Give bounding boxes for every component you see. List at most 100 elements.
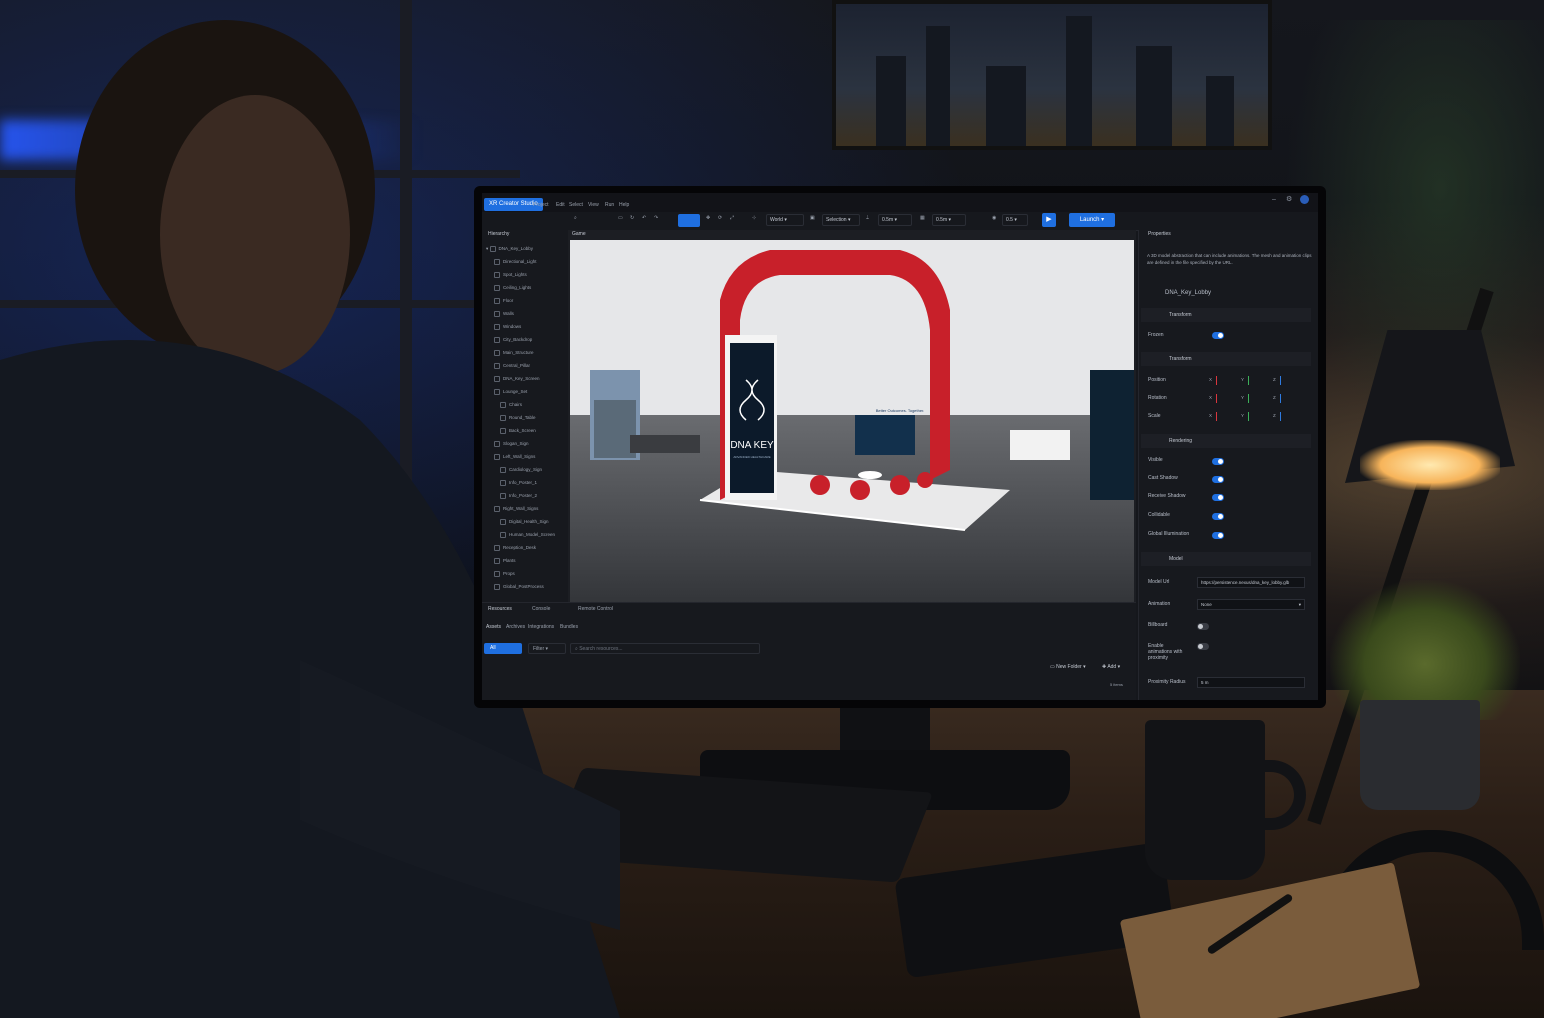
tree-item[interactable]: DNA_Key_Screen [494, 376, 540, 382]
tree-item[interactable]: Global_PostProcess [494, 584, 544, 590]
pivot-icon[interactable]: ⊹ [752, 216, 756, 221]
tab-remote-control[interactable]: Remote Control [578, 607, 613, 612]
frozen-toggle[interactable] [1212, 332, 1224, 339]
settings-icon[interactable]: ⚙ [1286, 196, 1292, 203]
billboard-toggle[interactable] [1197, 623, 1209, 630]
tree-item[interactable]: Spot_Lights [494, 272, 527, 278]
snap-select[interactable]: 0.5m ▾ [878, 214, 912, 226]
tree-item[interactable]: Props [494, 571, 515, 577]
search-icon[interactable]: ⌕ [574, 216, 577, 221]
section-transform-values[interactable]: Transform [1141, 352, 1311, 366]
tab-resources[interactable]: Resources [488, 607, 512, 612]
move-icon[interactable]: ✥ [706, 216, 710, 221]
subtab-integrations[interactable]: Integrations [528, 625, 554, 630]
animation-label: Animation [1148, 601, 1171, 607]
subtab-assets[interactable]: Assets [486, 625, 501, 630]
tree-item[interactable]: Cardiology_Sign [500, 467, 542, 473]
save-icon[interactable]: ▭ [618, 216, 623, 221]
gi-toggle[interactable] [1212, 532, 1224, 539]
tree-item[interactable]: Back_Screen [500, 428, 536, 434]
tree-item[interactable]: Info_Poster_1 [500, 480, 537, 486]
tree-item[interactable]: Main_Structure [494, 350, 534, 356]
proximity-input[interactable]: 5 m [1197, 677, 1305, 688]
filter-all-button[interactable]: All [484, 643, 522, 654]
undo-icon[interactable]: ↶ [642, 216, 646, 221]
tree-item[interactable]: Lounge_Set [494, 389, 527, 395]
mode-select[interactable]: Selection ▾ [822, 214, 860, 226]
menu-select[interactable]: Select [569, 203, 583, 208]
model-url-input[interactable]: https://persistence.nexus/dna_key_lobby.… [1197, 577, 1305, 588]
axis-y-field[interactable] [1248, 412, 1249, 421]
axis-x-field[interactable] [1216, 412, 1217, 421]
entity-name[interactable]: DNA_Key_Lobby [1165, 290, 1211, 296]
tree-item[interactable]: Right_Wall_Signs [494, 506, 538, 512]
cast-shadow-toggle[interactable] [1212, 476, 1224, 483]
subtab-bundles[interactable]: Bundles [560, 625, 578, 630]
space-select[interactable]: World ▾ [766, 214, 804, 226]
refresh-icon[interactable]: ↻ [630, 216, 634, 221]
tab-properties[interactable]: Properties [1148, 232, 1171, 237]
receive-shadow-toggle[interactable] [1212, 494, 1224, 501]
avatar[interactable] [1300, 195, 1309, 204]
tree-item[interactable]: Round_Table [500, 415, 536, 421]
tree-item[interactable]: Central_Pillar [494, 363, 530, 369]
tree-item[interactable]: Directional_Light [494, 259, 537, 265]
axis-z-field[interactable] [1280, 412, 1281, 421]
tree-item[interactable]: Floor [494, 298, 513, 304]
object-icon [500, 428, 506, 434]
minimize-icon[interactable]: – [1272, 196, 1276, 203]
menu-project[interactable]: Project [533, 203, 549, 208]
axis-z-field[interactable] [1280, 394, 1281, 403]
axis-x-field[interactable] [1216, 376, 1217, 385]
tree-item[interactable]: Plants [494, 558, 516, 564]
redo-icon[interactable]: ↷ [654, 216, 658, 221]
tree-item[interactable]: Walls [494, 311, 514, 317]
visible-toggle[interactable] [1212, 458, 1224, 465]
grid-icon[interactable]: ▦ [920, 216, 925, 221]
tree-item[interactable]: City_Backdrop [494, 337, 532, 343]
animation-select[interactable]: None ▾ [1197, 599, 1305, 610]
tree-item[interactable]: Left_Wall_Signs [494, 454, 535, 460]
new-folder-button[interactable]: ▭ New Folder ▾ [1050, 665, 1086, 670]
enable-anim-toggle[interactable] [1197, 643, 1209, 650]
globe-icon[interactable]: ◉ [992, 216, 996, 221]
tree-item[interactable]: Reception_Desk [494, 545, 536, 551]
filter-button[interactable]: Filter ▾ [528, 643, 566, 654]
tree-root[interactable]: ▾ DNA_Key_Lobby [486, 246, 533, 252]
axis-z-field[interactable] [1280, 376, 1281, 385]
tree-item[interactable]: Info_Poster_2 [500, 493, 537, 499]
launch-button[interactable]: Launch ▾ [1069, 213, 1115, 227]
tab-game[interactable]: Game [572, 232, 586, 237]
tab-console[interactable]: Console [532, 607, 550, 612]
add-button[interactable]: ✚ Add ▾ [1102, 665, 1120, 670]
menu-edit[interactable]: Edit [556, 203, 565, 208]
tree-item[interactable]: Windows [494, 324, 521, 330]
axis-x-field[interactable] [1216, 394, 1217, 403]
tab-hierarchy[interactable]: Hierarchy [488, 232, 509, 237]
height-icon[interactable]: ⟘ [866, 216, 869, 221]
grid-select[interactable]: 0.5m ▾ [932, 214, 966, 226]
subtab-archives[interactable]: Archives [506, 625, 525, 630]
search-resources-input[interactable]: ⌕ Search resources... [570, 643, 760, 654]
menu-view[interactable]: View [588, 203, 599, 208]
axis-y-field[interactable] [1248, 394, 1249, 403]
extra-select[interactable]: 0.5 ▾ [1002, 214, 1028, 226]
section-transform[interactable]: Transform [1141, 308, 1311, 322]
menu-run[interactable]: Run [605, 203, 614, 208]
tree-item[interactable]: Digital_Health_Sign [500, 519, 549, 525]
axis-y-field[interactable] [1248, 376, 1249, 385]
tree-item[interactable]: Slogan_Sign [494, 441, 529, 447]
select-tool-button[interactable] [678, 214, 700, 227]
scale-icon[interactable]: ⤢ [730, 216, 734, 221]
collidable-toggle[interactable] [1212, 513, 1224, 520]
tree-item[interactable]: Ceiling_Lights [494, 285, 531, 291]
tree-item[interactable]: Chairs [500, 402, 522, 408]
snap-icon[interactable]: ▣ [810, 216, 815, 221]
play-button[interactable]: ▶ [1042, 213, 1056, 227]
section-rendering[interactable]: Rendering [1141, 434, 1311, 448]
3d-scene-view[interactable]: DNA KEY ADVANCED HEALTHCARE Better Outco… [570, 240, 1134, 620]
tree-item[interactable]: Human_Model_Screen [500, 532, 555, 538]
section-model[interactable]: Model [1141, 552, 1311, 566]
menu-help[interactable]: Help [619, 203, 629, 208]
rotate-icon[interactable]: ⟳ [718, 216, 722, 221]
